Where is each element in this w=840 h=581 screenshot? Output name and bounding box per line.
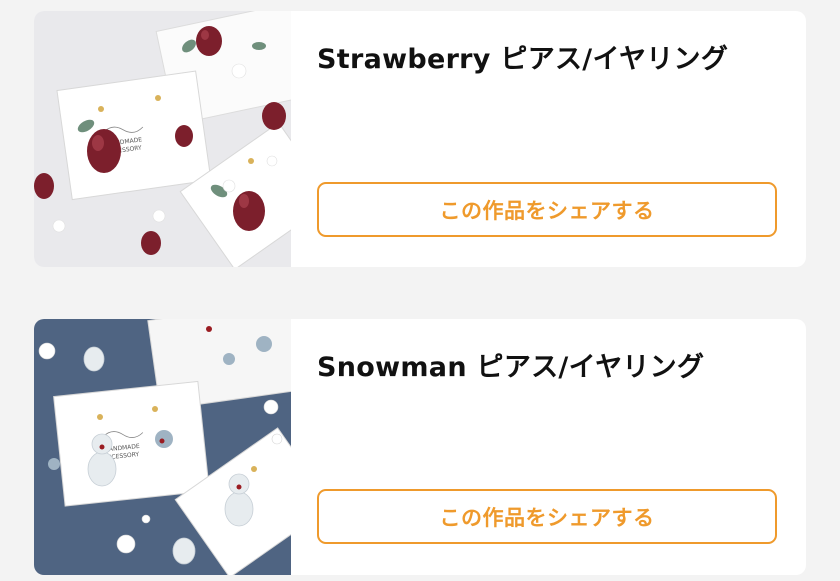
strawberry-photo: HANDMADE ACCESSORY (34, 11, 291, 267)
share-button[interactable]: この作品をシェアする (317, 182, 777, 237)
product-image[interactable]: HANDMADE ACCESSORY (34, 11, 291, 267)
share-button[interactable]: この作品をシェアする (317, 489, 777, 544)
product-card[interactable]: HANDMADE ACCESSORY (34, 11, 806, 267)
product-card[interactable]: HANDMADE ACCESSORY (34, 319, 806, 575)
product-list: HANDMADE ACCESSORY Strawberry ピアス/イヤリング … (0, 0, 840, 581)
product-image[interactable]: HANDMADE ACCESSORY (34, 319, 291, 575)
snowman-photo: HANDMADE ACCESSORY (34, 319, 291, 575)
product-title[interactable]: Strawberry ピアス/イヤリング (317, 37, 728, 76)
product-title[interactable]: Snowman ピアス/イヤリング (317, 345, 704, 384)
